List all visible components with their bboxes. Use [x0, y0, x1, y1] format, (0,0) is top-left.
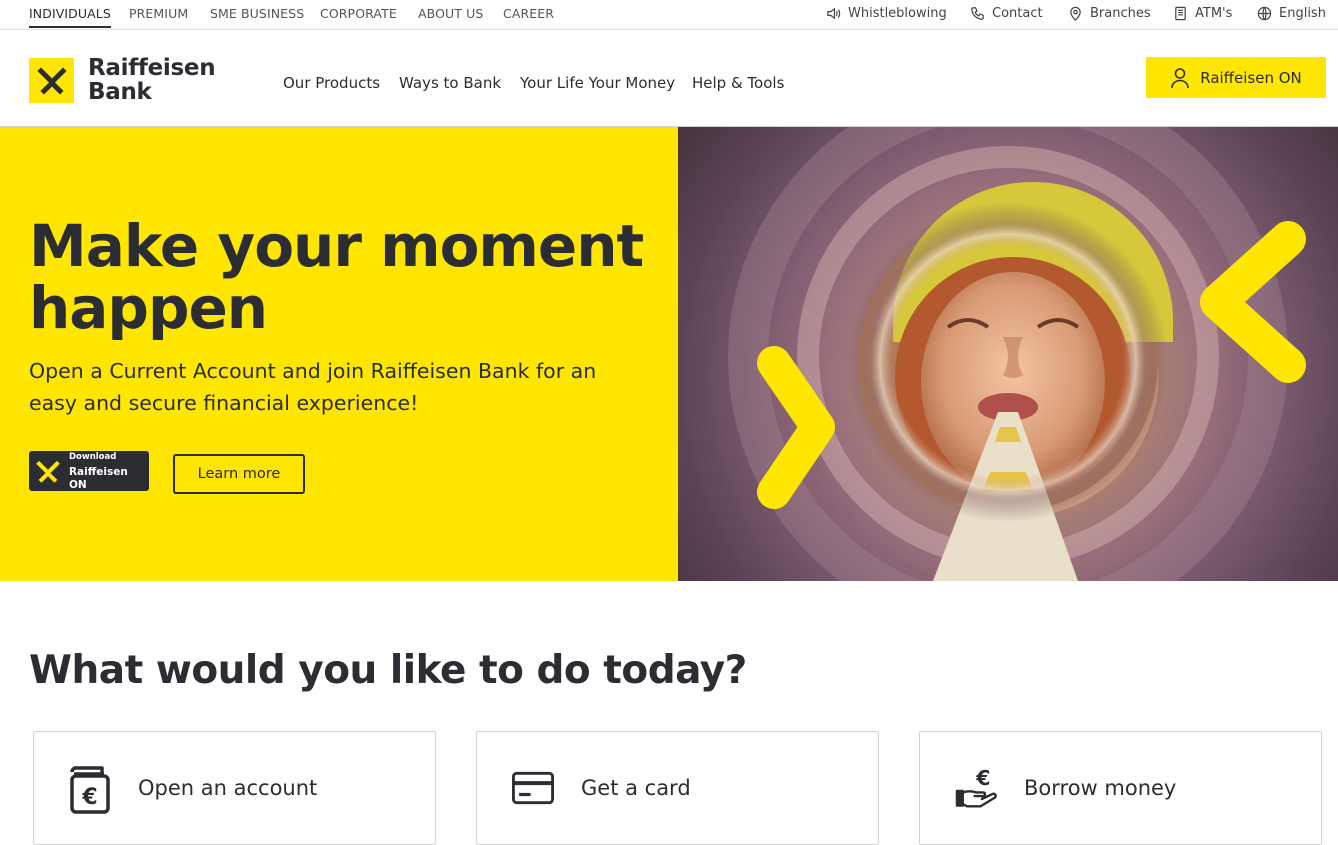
segment-sme-business[interactable]: SME BUSINESS	[210, 6, 304, 21]
svg-text:€: €	[81, 785, 97, 810]
hero-photo-illustration	[728, 127, 1306, 581]
atms-label: ATM's	[1195, 6, 1233, 21]
segment-about-us[interactable]: ABOUT US	[418, 6, 483, 21]
segment-individuals[interactable]: INDIVIDUALS	[29, 6, 111, 28]
language-selector[interactable]: English	[1257, 6, 1326, 21]
hero-title: Make your moment happen	[29, 212, 644, 342]
nav-help-tools[interactable]: Help & Tools	[692, 74, 784, 92]
user-icon	[1171, 67, 1190, 88]
nav-our-products[interactable]: Our Products	[283, 74, 380, 92]
logo-line-1: Raiffeisen	[88, 55, 216, 81]
atm-icon	[1175, 6, 1186, 21]
logo-line-2: Bank	[88, 79, 152, 105]
raiffeisen-gable-icon	[29, 57, 74, 103]
download-app-button[interactable]: Download Raiffeisen ON	[29, 451, 149, 491]
raiffeisen-gable-icon	[36, 460, 60, 483]
branches-link[interactable]: Branches	[1068, 6, 1151, 21]
whistleblowing-label: Whistleblowing	[848, 6, 947, 21]
download-big-label: Raiffeisen ON	[68, 465, 128, 491]
credit-card-icon	[511, 760, 555, 816]
open-account-label: Open an account	[138, 776, 318, 800]
whistleblowing-link[interactable]: Whistleblowing	[826, 6, 947, 21]
borrow-money-card[interactable]: € Borrow money	[919, 731, 1322, 845]
download-small-label: Download	[68, 451, 117, 462]
borrow-money-label: Borrow money	[1024, 776, 1177, 800]
logo-wordmark: Raiffeisen Bank	[88, 55, 216, 105]
segment-corporate[interactable]: CORPORATE	[320, 6, 397, 21]
branches-label: Branches	[1090, 6, 1151, 21]
globe-icon	[1257, 6, 1272, 21]
location-pin-icon	[1070, 6, 1081, 21]
raiffeisen-logo[interactable]: Raiffeisen Bank	[29, 55, 216, 105]
raiffeisen-on-label: Raiffeisen ON	[1200, 68, 1302, 87]
contact-link[interactable]: Contact	[970, 6, 1043, 21]
actions-title: What would you like to do today?	[29, 648, 747, 693]
get-card-card[interactable]: Get a card	[476, 731, 879, 845]
language-label: English	[1279, 6, 1326, 21]
atms-link[interactable]: ATM's	[1173, 6, 1232, 21]
hero-text-panel: Make your moment happen Open a Current A…	[0, 127, 678, 581]
download-text: Download Raiffeisen ON	[69, 451, 149, 492]
contact-label: Contact	[992, 6, 1043, 21]
get-card-label: Get a card	[581, 776, 691, 800]
open-account-card[interactable]: € Open an account	[33, 731, 436, 845]
wallet-euro-icon: €	[68, 760, 112, 816]
hand-euro-icon: €	[954, 760, 998, 816]
utility-bar: INDIVIDUALS PREMIUM SME BUSINESS CORPORA…	[0, 0, 1338, 30]
nav-your-life-your-money[interactable]: Your Life Your Money	[520, 74, 675, 92]
hero-image	[678, 127, 1338, 581]
megaphone-icon	[827, 7, 841, 20]
segment-premium[interactable]: PREMIUM	[129, 6, 188, 21]
raiffeisen-on-login-button[interactable]: Raiffeisen ON	[1146, 57, 1326, 98]
main-header: Raiffeisen Bank Our Products Ways to Ban…	[0, 31, 1338, 127]
segment-career[interactable]: CAREER	[503, 6, 554, 21]
learn-more-button[interactable]: Learn more	[173, 454, 305, 494]
hero-banner: Make your moment happen Open a Current A…	[0, 127, 1338, 581]
phone-icon	[971, 7, 984, 20]
hero-subtitle: Open a Current Account and join Raiffeis…	[29, 359, 597, 415]
svg-text:€: €	[975, 766, 990, 790]
nav-ways-to-bank[interactable]: Ways to Bank	[399, 74, 501, 92]
